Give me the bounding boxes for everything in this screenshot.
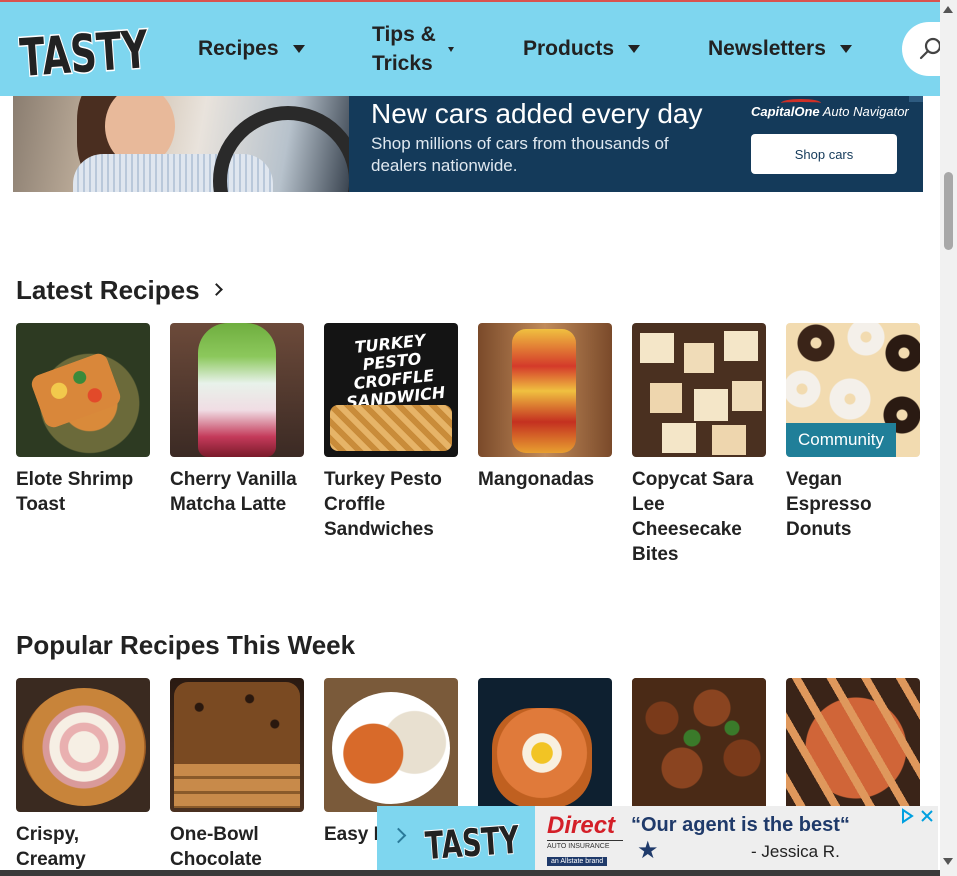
tasty-logo: TASTY: [423, 817, 521, 866]
chevron-down-icon: [292, 45, 305, 53]
nav-products[interactable]: Products: [523, 2, 641, 96]
nav-tips-label-line2: Tricks: [372, 52, 433, 75]
recipe-card[interactable]: Community Vegan Espresso Donuts: [786, 323, 920, 542]
recipe-card[interactable]: Elote Shrimp Toast: [16, 323, 150, 517]
ad-brand-sub2: an Allstate brand: [547, 857, 608, 866]
recipe-card[interactable]: Cherry Vanilla Matcha Latte: [170, 323, 304, 517]
recipe-title: Vegan Espresso Donuts: [786, 469, 872, 540]
recipe-thumbnail: [170, 678, 304, 812]
recipe-card[interactable]: [786, 678, 920, 822]
ad-panel: New cars added every day Shop millions o…: [349, 96, 923, 192]
latest-recipes-heading[interactable]: Latest Recipes: [16, 275, 223, 306]
recipe-card[interactable]: Mangonadas: [478, 323, 612, 492]
recipe-thumbnail: [16, 323, 150, 457]
recipe-thumbnail: [632, 323, 766, 457]
ad-info-icon[interactable]: [898, 808, 916, 826]
scrollbar-thumb[interactable]: [944, 172, 953, 250]
recipe-title: Crispy, Creamy: [16, 824, 86, 870]
logo-text: TASTY: [18, 20, 151, 86]
recipe-title: One-Bowl Chocolate: [170, 824, 262, 870]
chevron-down-icon: [628, 45, 641, 53]
chevron-right-icon: [390, 827, 407, 844]
nav-tips-tricks[interactable]: Tips & Tricks: [372, 2, 454, 96]
recipe-card[interactable]: Copycat Sara Lee Cheesecake Bites: [632, 323, 766, 567]
top-advertisement[interactable]: New cars added every day Shop millions o…: [13, 96, 923, 192]
direct-auto-logo: Direct AUTO INSURANCE an Allstate brand: [547, 812, 623, 866]
ad-brand-product: Auto Navigator: [822, 104, 909, 119]
recipe-thumbnail: TURKEY PESTO CROFFLE SANDWICH: [324, 323, 458, 457]
page: TASTY Recipes Tips & Tricks Products New…: [0, 0, 957, 876]
nav-newsletters-label: Newsletters: [708, 37, 826, 60]
ad-choices-icon[interactable]: [909, 96, 923, 102]
ad-brand-name: Direct: [547, 812, 616, 839]
site-header: TASTY Recipes Tips & Tricks Products New…: [0, 0, 957, 96]
recipe-thumbnail: [478, 678, 612, 812]
ad-photo-woman-driving: [13, 96, 363, 192]
recipe-card[interactable]: One-Bowl Chocolate: [170, 678, 304, 872]
recipe-card[interactable]: Crispy, Creamy: [16, 678, 150, 872]
thumbnail-caption: TURKEY PESTO CROFFLE SANDWICH: [345, 330, 447, 412]
recipe-thumbnail: [632, 678, 766, 812]
recipe-thumbnail: [16, 678, 150, 812]
bottom-advertisement[interactable]: TASTY Direct AUTO INSURANCE an Allstate …: [377, 806, 938, 870]
popular-recipes-heading: Popular Recipes This Week: [16, 630, 355, 661]
ad-logo-text: TASTY: [424, 818, 521, 866]
nav-recipes-label: Recipes: [198, 37, 279, 60]
ad-headline: New cars added every day: [371, 98, 703, 129]
chevron-down-icon: [839, 45, 852, 53]
recipe-title: Turkey Pesto Croffle Sandwiches: [324, 469, 442, 540]
ad-brand-logo: CapitalOne Auto Navigator: [751, 99, 909, 119]
tasty-logo[interactable]: TASTY: [18, 14, 153, 86]
recipe-thumbnail: [324, 678, 458, 812]
chevron-down-icon: [447, 46, 454, 52]
scroll-up-arrow-icon[interactable]: [943, 6, 953, 13]
shop-cars-button[interactable]: Shop cars: [751, 134, 897, 174]
recipe-thumbnail: Community: [786, 323, 920, 457]
recipe-thumbnail: [170, 323, 304, 457]
recipe-title: Mangonadas: [478, 469, 595, 490]
recipe-card[interactable]: [478, 678, 612, 822]
bottom-strip: [0, 870, 940, 876]
latest-recipes-title: Latest Recipes: [16, 275, 200, 305]
vertical-scrollbar[interactable]: [940, 0, 957, 876]
ad-subtext: Shop millions of cars from thousands of …: [371, 134, 669, 175]
ad-tasty-panel: TASTY: [377, 806, 535, 870]
recipe-thumbnail: [786, 678, 920, 812]
recipe-card[interactable]: TURKEY PESTO CROFFLE SANDWICH Turkey Pes…: [324, 323, 458, 542]
nav-newsletters[interactable]: Newsletters: [708, 2, 852, 96]
recipe-title: Elote Shrimp Toast: [16, 469, 134, 515]
ad-brand-sub: AUTO INSURANCE: [547, 840, 623, 850]
recipe-title: Copycat Sara Lee Cheesecake Bites: [632, 469, 754, 565]
recipe-title: Cherry Vanilla Matcha Latte: [170, 469, 297, 515]
nav-tips-label-line1: Tips &: [372, 23, 436, 46]
ad-quote: “Our agent is the best“: [631, 814, 850, 836]
nav-recipes[interactable]: Recipes: [198, 2, 305, 96]
recipe-card[interactable]: [632, 678, 766, 822]
nav-products-label: Products: [523, 37, 615, 60]
star-icon: ★: [637, 837, 659, 864]
ad-author: - Jessica R.: [751, 842, 840, 861]
close-icon[interactable]: [918, 808, 936, 826]
recipe-thumbnail: [478, 323, 612, 457]
community-badge: Community: [786, 423, 896, 457]
popular-recipes-title: Popular Recipes This Week: [16, 630, 356, 660]
chevron-right-icon: [209, 282, 223, 296]
scroll-down-arrow-icon[interactable]: [943, 858, 953, 865]
